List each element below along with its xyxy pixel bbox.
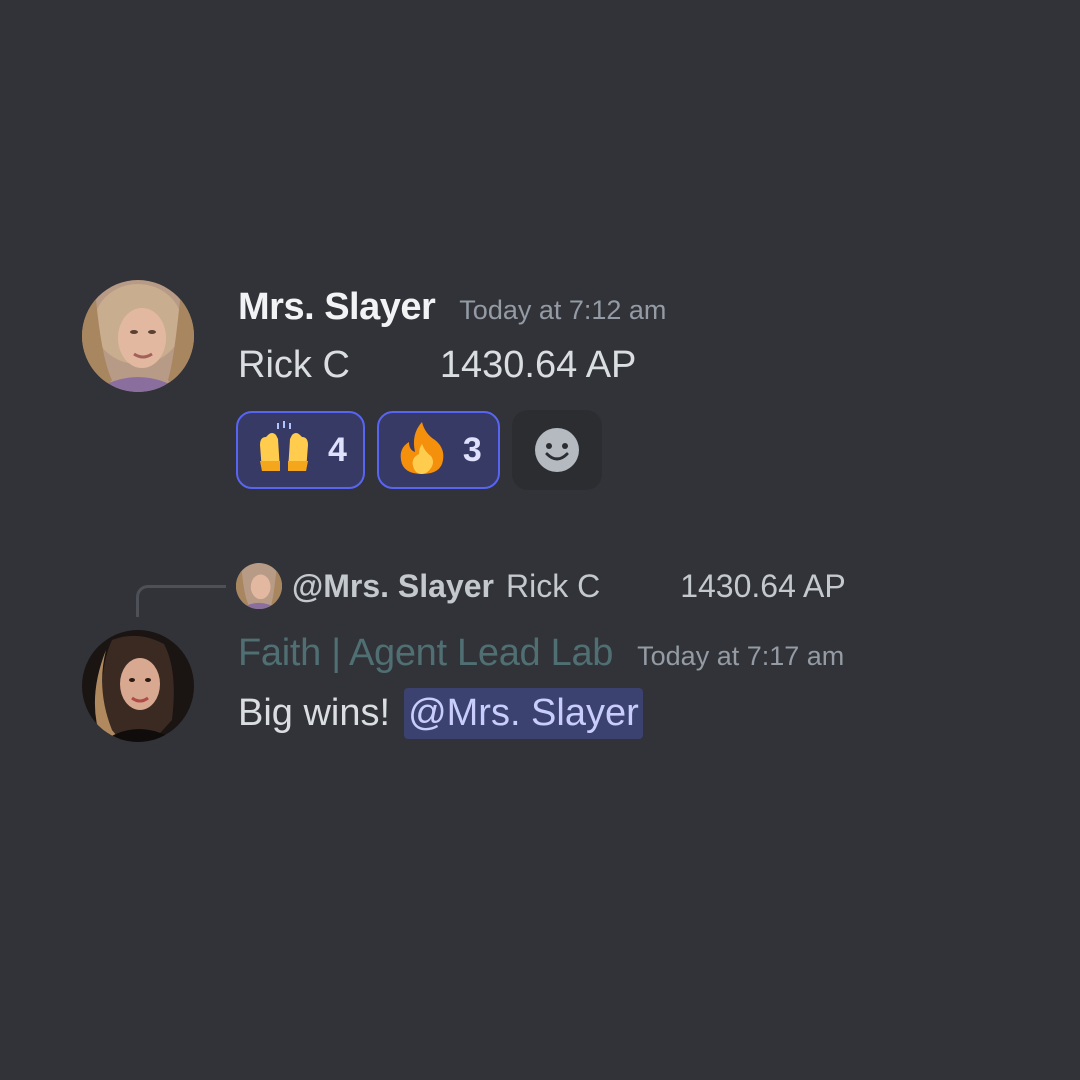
- reply-text: Rick C 1430.64 AP: [506, 568, 846, 605]
- timestamp[interactable]: Today at 7:17 am: [637, 641, 844, 672]
- content-name: Rick C: [238, 344, 350, 386]
- reaction-raising-hands[interactable]: 4: [236, 411, 365, 489]
- message-content: Big wins! @Mrs. Slayer: [238, 688, 643, 739]
- fire-icon: [395, 420, 449, 481]
- chat-messages: Mrs. Slayer Today at 7:12 am Rick C 1430…: [0, 0, 1080, 1080]
- reply-reference[interactable]: @Mrs. Slayer Rick C 1430.64 AP: [236, 563, 846, 609]
- author-name[interactable]: Mrs. Slayer: [238, 286, 436, 329]
- timestamp[interactable]: Today at 7:12 am: [459, 295, 666, 326]
- reply-avatar: [236, 563, 282, 609]
- reaction-count: 3: [462, 430, 482, 469]
- reply-text-name: Rick C: [505, 567, 601, 604]
- author-name[interactable]: Faith | Agent Lead Lab: [238, 632, 613, 675]
- message-header: Mrs. Slayer Today at 7:12 am: [238, 286, 666, 329]
- message-content: Rick C 1430.64 AP: [238, 344, 636, 387]
- reply-connector: [136, 585, 226, 617]
- reaction-count: 4: [328, 430, 347, 469]
- message-header: Faith | Agent Lead Lab Today at 7:17 am: [238, 632, 844, 675]
- user-mention[interactable]: @Mrs. Slayer: [404, 688, 643, 739]
- reaction-fire[interactable]: 3: [376, 411, 500, 489]
- reactions-bar: 4 3: [236, 410, 602, 490]
- content-value: 1430.64 AP: [439, 344, 637, 386]
- reply-author[interactable]: @Mrs. Slayer: [292, 568, 494, 605]
- content-text: Big wins!: [238, 692, 391, 734]
- avatar[interactable]: [82, 630, 194, 742]
- smiley-icon: [534, 428, 579, 472]
- raising-hands-icon: [254, 420, 314, 480]
- avatar[interactable]: [82, 280, 194, 392]
- add-reaction-button[interactable]: [511, 410, 602, 490]
- reply-text-value: 1430.64 AP: [680, 567, 846, 604]
